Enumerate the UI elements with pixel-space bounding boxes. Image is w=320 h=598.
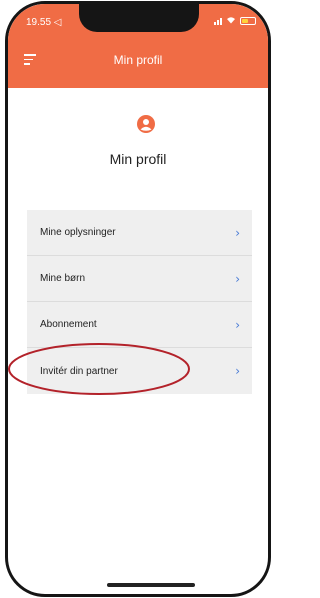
chevron-right-icon: › [235, 225, 240, 240]
status-time: 19.55 ◁ [26, 17, 62, 28]
home-indicator [107, 583, 195, 587]
wifi-icon [226, 16, 236, 26]
menu-item-abonnement[interactable]: Abonnement › [27, 302, 252, 348]
chevron-right-icon: › [235, 364, 240, 378]
chevron-right-icon: › [235, 271, 240, 286]
header-title: Min profil [113, 53, 163, 67]
profile-title: Min profil [109, 151, 167, 167]
signal-icon [214, 17, 222, 25]
menu-item-label: Invitér din partner [40, 365, 118, 377]
battery-icon [240, 17, 256, 25]
status-icons [214, 16, 256, 26]
menu-item-inviter-din-partner[interactable]: Invitér din partner › [27, 348, 252, 394]
menu-item-label: Mine børn [40, 273, 86, 284]
menu-item-mine-born[interactable]: Mine børn › [27, 256, 252, 302]
chevron-right-icon: › [235, 317, 240, 332]
profile-menu-list: Mine oplysninger › Mine børn › Abonnemen… [27, 210, 252, 394]
phone-notch [79, 4, 199, 32]
menu-item-mine-oplysninger[interactable]: Mine oplysninger › [27, 210, 252, 256]
profile-user-icon [137, 115, 155, 133]
phone-frame: 19.55 ◁ Min profil Min profil Mine oplys… [5, 1, 271, 597]
menu-item-label: Mine oplysninger [40, 227, 116, 238]
menu-item-label: Abonnement [40, 319, 97, 330]
